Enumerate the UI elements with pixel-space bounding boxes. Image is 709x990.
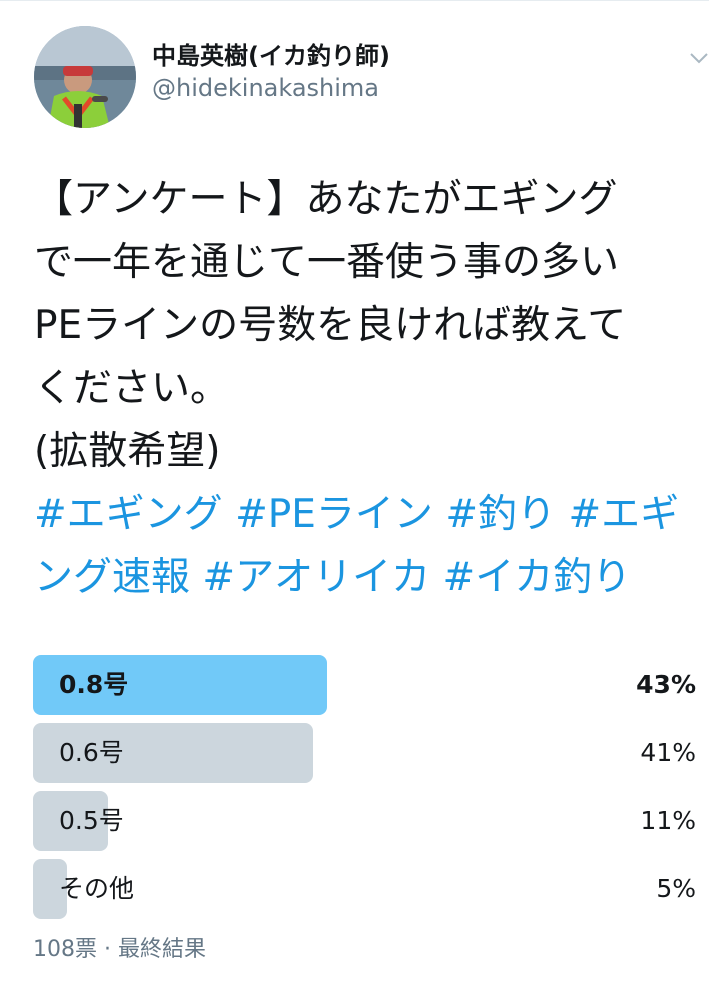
tweet-text-line: PEラインの号数を良ければ教えて xyxy=(34,303,627,348)
poll-option-percent: 5% xyxy=(656,874,696,903)
poll-option-label: 0.6号 xyxy=(59,738,124,767)
user-handle[interactable]: @hidekinakashima xyxy=(152,72,390,104)
hashtag-link[interactable]: #PEライン xyxy=(235,492,433,537)
avatar[interactable] xyxy=(34,26,136,128)
hashtag-link[interactable]: ング速報 xyxy=(34,555,190,600)
poll: 0.8号 43% 0.6号 41% 0.5号 11% その他 5% xyxy=(33,655,696,927)
tweet-text-line: 【アンケート】あなたがエギング xyxy=(34,177,618,222)
poll-option-label: 0.8号 xyxy=(59,670,129,699)
top-divider xyxy=(0,0,709,1)
chevron-down-icon[interactable] xyxy=(689,48,709,68)
user-info: 中島英樹(イカ釣り師) @hidekinakashima xyxy=(152,40,390,104)
tweet-header: 中島英樹(イカ釣り師) @hidekinakashima xyxy=(34,26,709,136)
poll-option: 0.5号 11% xyxy=(33,791,696,851)
avatar-photo xyxy=(34,26,136,128)
tweet-text-line: ください。 xyxy=(34,366,230,411)
tweet-text-line: (拡散希望) xyxy=(34,429,221,474)
tweet-text-line: で一年を通じて一番使う事の多い xyxy=(34,240,620,285)
hashtag-line: ング速報 #アオリイカ #イカ釣り xyxy=(34,546,706,609)
poll-option: 0.6号 41% xyxy=(33,723,696,783)
poll-option-percent: 41% xyxy=(640,738,696,767)
hashtag-link[interactable]: #釣り xyxy=(445,492,556,537)
display-name[interactable]: 中島英樹(イカ釣り師) xyxy=(152,40,390,72)
hashtag-link[interactable]: #エギ xyxy=(568,492,679,537)
poll-option: その他 5% xyxy=(33,859,696,919)
tweet-text: 【アンケート】あなたがエギング で一年を通じて一番使う事の多い PEラインの号数… xyxy=(34,168,706,483)
poll-option-percent: 43% xyxy=(636,670,696,699)
poll-option-label: 0.5号 xyxy=(59,806,124,835)
hashtag-line: #エギング #PEライン #釣り #エギ xyxy=(34,483,706,546)
poll-footer: 108票 · 最終結果 xyxy=(33,937,206,962)
poll-option: 0.8号 43% xyxy=(33,655,696,715)
poll-option-label: その他 xyxy=(59,874,135,903)
hashtag-link[interactable]: #イカ釣り xyxy=(443,555,632,600)
hashtag-link[interactable]: #アオリイカ xyxy=(202,555,430,600)
poll-option-percent: 11% xyxy=(640,806,696,835)
hashtag-link[interactable]: #エギング xyxy=(34,492,223,537)
hashtag-block: #エギング #PEライン #釣り #エギ ング速報 #アオリイカ #イカ釣り xyxy=(34,483,706,609)
